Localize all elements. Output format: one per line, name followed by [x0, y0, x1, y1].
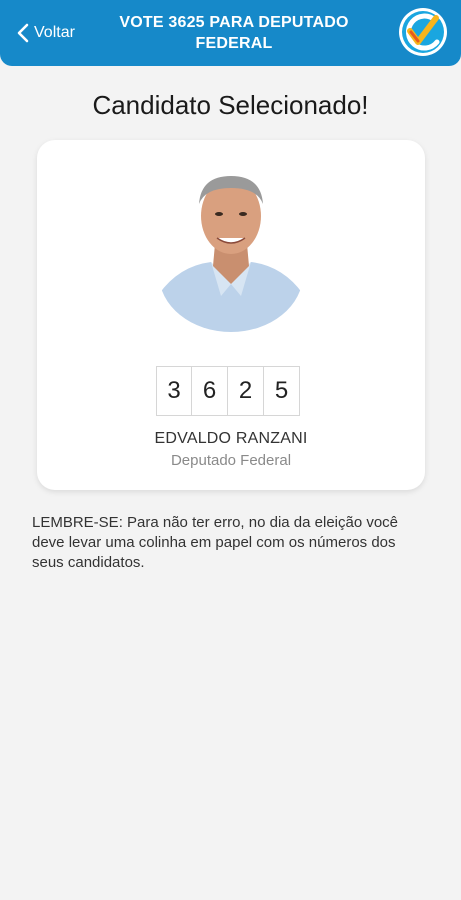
back-button[interactable]: Voltar [16, 20, 75, 46]
number-digit: 5 [264, 366, 300, 416]
candidate-photo [159, 174, 303, 332]
checkmark-logo-icon [397, 6, 449, 58]
number-digit: 2 [228, 366, 264, 416]
candidate-number: 3 6 2 5 [156, 366, 300, 416]
reminder-text: LEMBRE-SE: Para não ter erro, no dia da … [32, 514, 399, 571]
number-digit: 3 [156, 366, 192, 416]
back-label: Voltar [34, 24, 75, 41]
candidate-name: EDVALDO RANZANI [154, 430, 308, 447]
number-digit: 6 [192, 366, 228, 416]
header-title: VOTE 3625 PARA DEPUTADO FEDERAL [119, 14, 349, 52]
candidate-role: Deputado Federal [170, 452, 292, 469]
page-title: Candidato Selecionado! [92, 90, 369, 120]
candidate-card: 3 6 2 5 EDVALDO RANZANI Deputado Federal [37, 140, 425, 490]
app-header: Voltar VOTE 3625 PARA DEPUTADO FEDERAL [0, 0, 461, 66]
chevron-left-icon [16, 23, 30, 43]
